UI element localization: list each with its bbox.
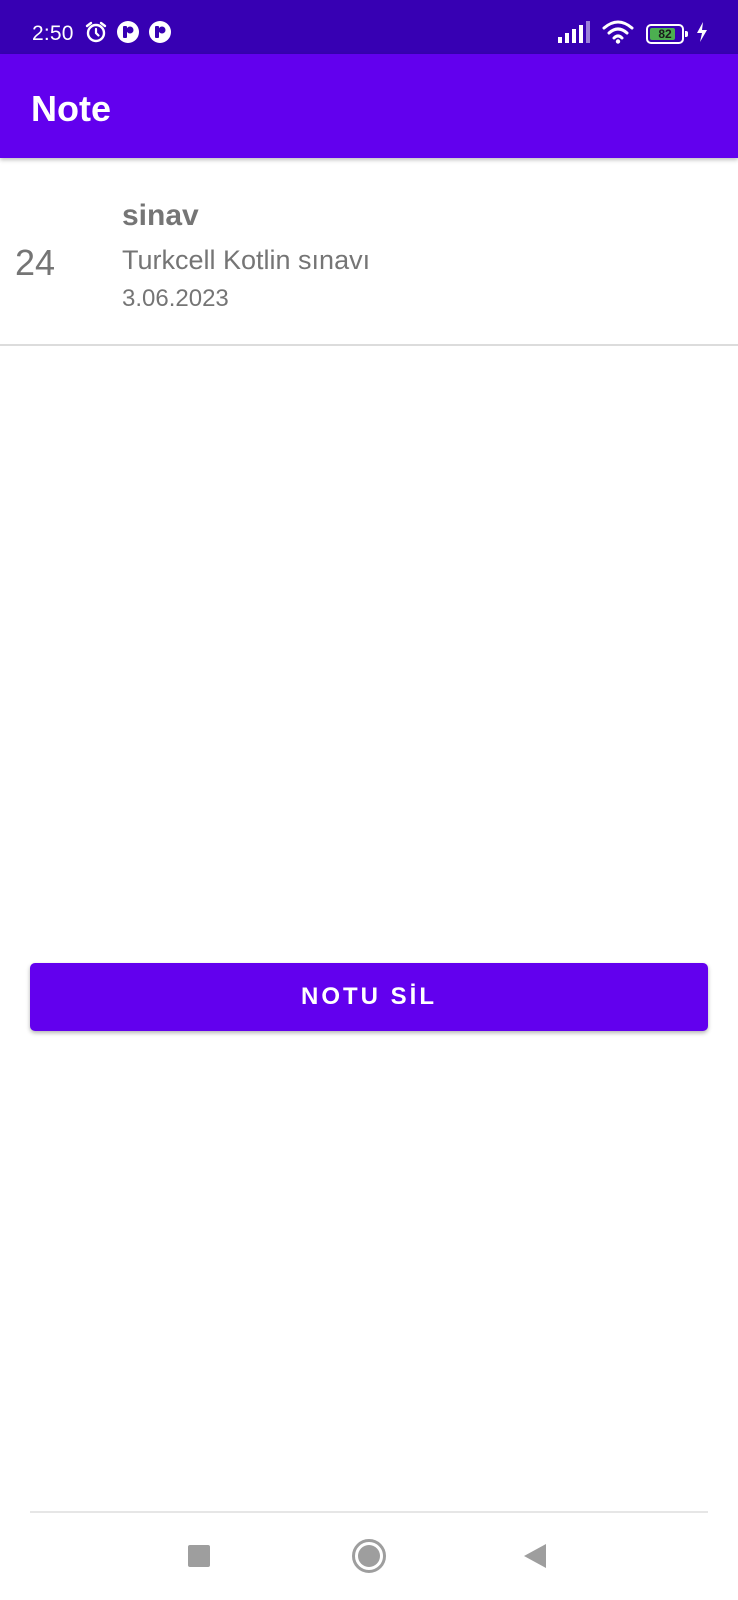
note-title: sinav [122,199,199,232]
status-right-icons: 82 [558,20,708,48]
back-icon[interactable] [512,1533,558,1579]
app-bar: Note [0,54,738,158]
note-date: 3.06.2023 [122,285,229,312]
note-description: Turkcell Kotlin sınavı [122,245,371,275]
status-bar: 2:50 82 [0,0,738,54]
wifi-icon [602,20,634,49]
notification-app-icon [116,20,140,49]
navigation-bar [0,1513,738,1600]
home-icon[interactable] [346,1533,392,1579]
status-time: 2:50 [32,22,74,45]
recents-icon[interactable] [176,1533,222,1579]
battery-level: 82 [658,27,672,41]
note-id: 24 [15,242,56,283]
alarm-icon [84,20,108,49]
battery-icon: 82 [646,24,688,44]
delete-note-button[interactable]: NOTU SİL [30,963,708,1031]
page-title: Note [31,88,111,129]
note-list-item[interactable]: 24 sinav Turkcell Kotlin sınavı 3.06.202… [0,158,738,346]
signal-icon [558,20,590,48]
notification-app-icon [148,20,172,49]
battery-tip [685,31,688,37]
status-left-icons [84,20,172,48]
charging-icon [696,21,708,47]
